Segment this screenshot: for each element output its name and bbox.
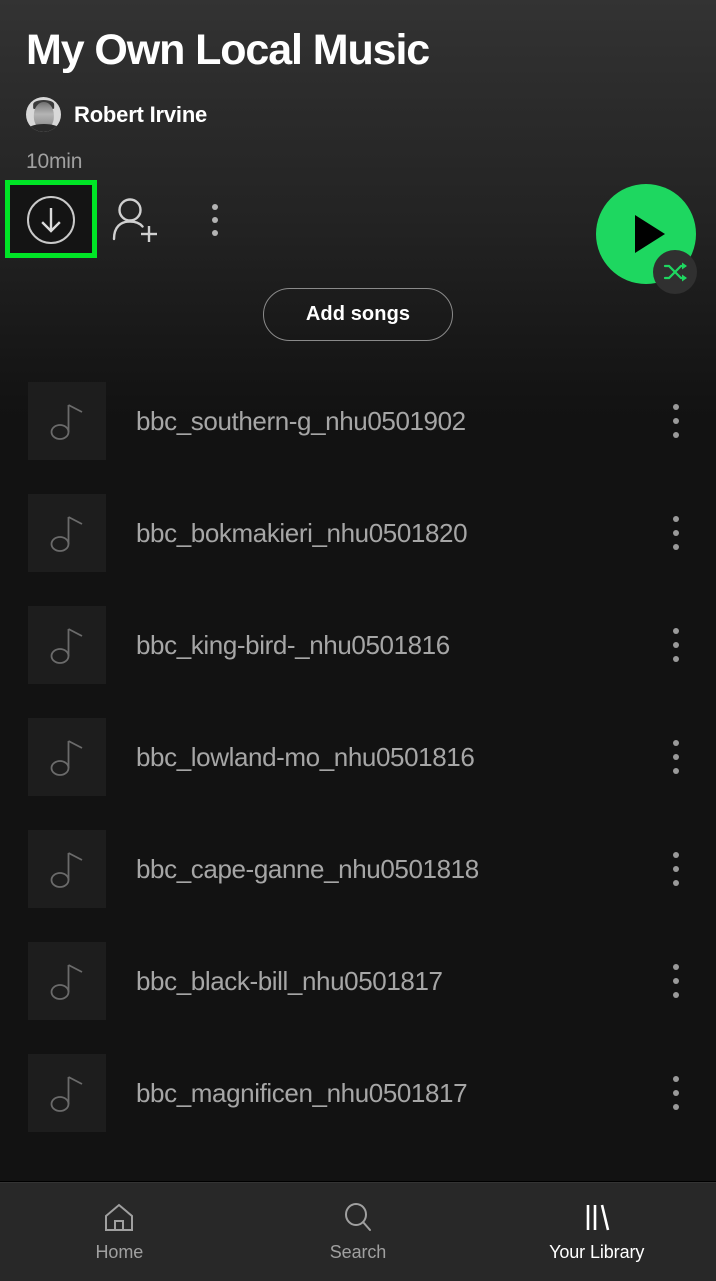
track-row[interactable]: bbc_lowland-mo_nhu0501816	[0, 701, 716, 813]
track-title: bbc_cape-ganne_nhu0501818	[136, 853, 479, 884]
avatar-shoulders	[28, 124, 59, 133]
playlist-scroll-area[interactable]: My Own Local Music Robert Irvine 10min A…	[0, 0, 716, 1181]
track-more-button[interactable]	[654, 615, 698, 675]
track-more-button[interactable]	[654, 727, 698, 787]
music-note-icon	[50, 628, 83, 665]
playlist-more-button[interactable]	[192, 192, 238, 248]
music-note-icon	[50, 964, 83, 1001]
owner-name: Robert Irvine	[74, 101, 208, 127]
nav-label-home: Home	[95, 1242, 144, 1262]
search-icon	[345, 1203, 371, 1231]
track-row[interactable]: bbc_black-bill_nhu0501817	[0, 925, 716, 1037]
track-thumbnail	[28, 606, 106, 685]
track-row[interactable]: bbc_magnificen_nhu0501817	[0, 1037, 716, 1149]
add-user-button[interactable]	[105, 192, 165, 248]
track-row[interactable]: bbc_southern-g_nhu0501902	[0, 365, 716, 477]
track-title: bbc_southern-g_nhu0501902	[136, 405, 466, 436]
playlist-action-row	[0, 176, 716, 295]
home-icon	[105, 1203, 134, 1231]
shuffle-button[interactable]	[653, 250, 697, 295]
more-vertical-icon	[212, 204, 218, 237]
track-thumbnail	[28, 942, 106, 1021]
track-row[interactable]: bbc_bokmakieri_nhu0501820	[0, 477, 716, 589]
playlist-header: My Own Local Music Robert Irvine 10min	[0, 0, 716, 174]
nav-label-your-library: Your Library	[549, 1242, 645, 1262]
more-vertical-icon	[673, 964, 679, 999]
play-icon	[635, 215, 665, 254]
more-vertical-icon	[673, 852, 679, 887]
more-vertical-icon	[673, 404, 679, 439]
playlist-duration: 10min	[26, 150, 83, 174]
add-songs-wrap: Add songs	[0, 288, 716, 342]
track-more-button[interactable]	[654, 391, 698, 451]
track-more-button[interactable]	[654, 1063, 698, 1123]
nav-label-search: Search	[329, 1242, 387, 1262]
track-title: bbc_magnificen_nhu0501817	[136, 1077, 468, 1108]
nav-item-your-library[interactable]: Your Library	[477, 1201, 716, 1263]
add-songs-button[interactable]: Add songs	[262, 288, 454, 342]
track-thumbnail	[28, 830, 106, 909]
spotify-playlist-screen: My Own Local Music Robert Irvine 10min A…	[0, 0, 716, 1281]
track-title: bbc_lowland-mo_nhu0501816	[136, 741, 475, 772]
music-note-icon	[50, 1076, 83, 1113]
track-title: bbc_bokmakieri_nhu0501820	[136, 517, 468, 548]
track-more-button[interactable]	[654, 839, 698, 899]
add-user-icon	[112, 198, 157, 243]
track-title: bbc_black-bill_nhu0501817	[136, 965, 443, 996]
music-note-icon	[50, 404, 83, 441]
more-vertical-icon	[673, 1076, 679, 1111]
track-thumbnail	[28, 1054, 106, 1133]
more-vertical-icon	[673, 740, 679, 775]
track-title: bbc_king-bird-_nhu0501816	[136, 629, 450, 660]
bottom-navigation: Home Search Your Library	[0, 1182, 716, 1281]
track-thumbnail	[28, 382, 106, 461]
track-thumbnail	[28, 494, 106, 573]
track-row[interactable]: bbc_cape-ganne_nhu0501818	[0, 813, 716, 925]
track-thumbnail	[28, 718, 106, 797]
music-note-icon	[50, 740, 83, 777]
nav-item-search[interactable]: Search	[239, 1201, 478, 1263]
page-title: My Own Local Music	[26, 26, 430, 74]
shuffle-icon	[663, 262, 687, 282]
download-button[interactable]	[23, 192, 79, 248]
nav-item-home[interactable]: Home	[0, 1201, 239, 1263]
track-list: bbc_southern-g_nhu0501902 bbc_bokmakieri_…	[0, 365, 716, 1149]
download-circle-icon	[27, 196, 75, 245]
track-more-button[interactable]	[654, 951, 698, 1011]
avatar	[26, 97, 61, 133]
music-note-icon	[50, 852, 83, 889]
more-vertical-icon	[673, 516, 679, 551]
playlist-owner[interactable]: Robert Irvine	[26, 97, 690, 133]
more-vertical-icon	[673, 628, 679, 663]
track-row[interactable]: bbc_king-bird-_nhu0501816	[0, 589, 716, 701]
library-icon	[586, 1204, 609, 1231]
track-more-button[interactable]	[654, 503, 698, 563]
music-note-icon	[50, 516, 83, 553]
